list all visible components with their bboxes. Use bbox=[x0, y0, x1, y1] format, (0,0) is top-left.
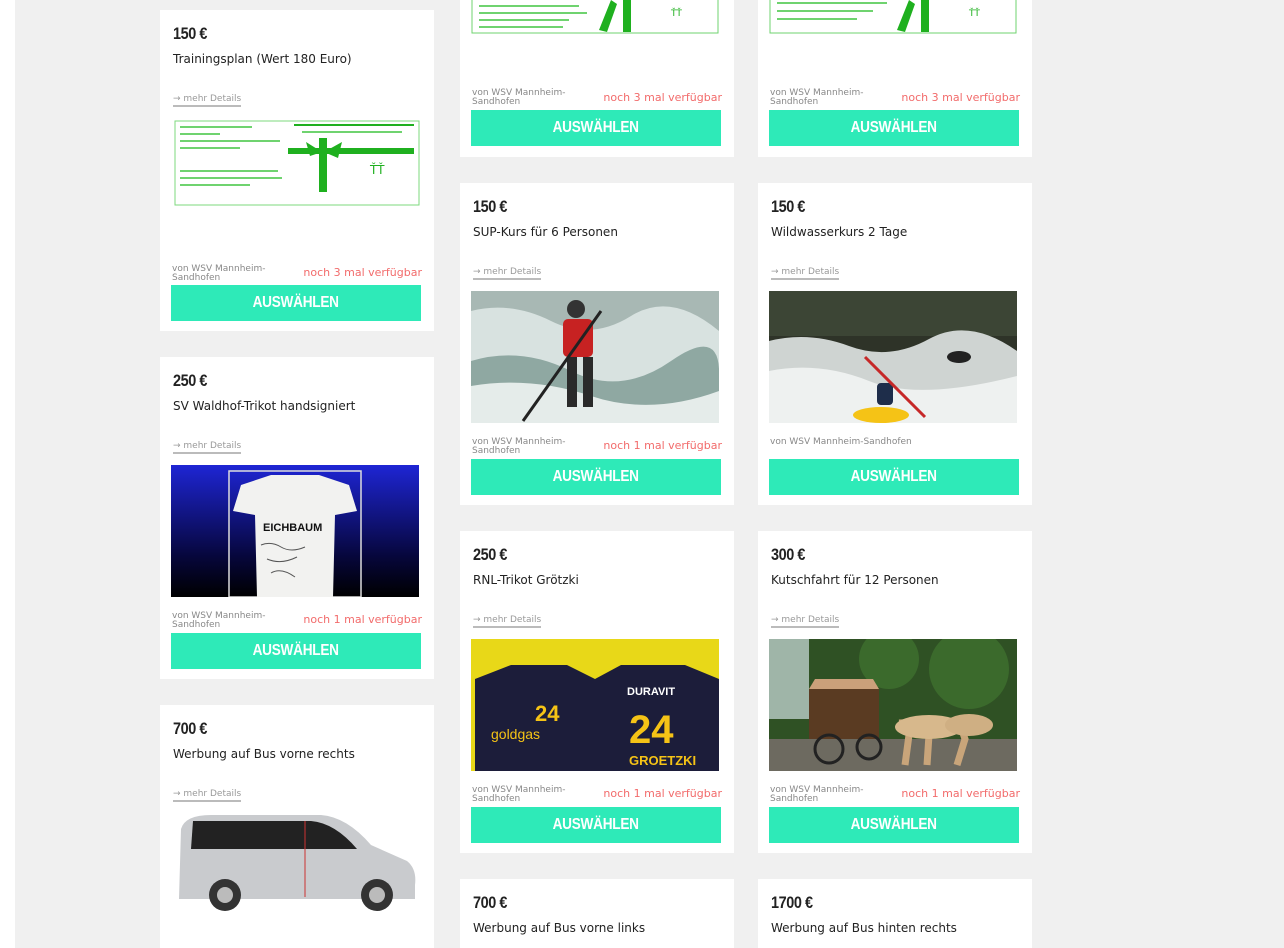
svg-text:ŤŤ: ŤŤ bbox=[670, 8, 682, 19]
more-details-link[interactable]: → mehr Details bbox=[771, 267, 840, 280]
offer-price: 700 € bbox=[173, 719, 208, 738]
horse-carriage-photo bbox=[769, 639, 1017, 771]
select-button[interactable]: AUSWÄHLEN bbox=[769, 110, 1019, 146]
offer-grid: ŤŤ von WSV Mannheim-Sandhofen noch 3 mal… bbox=[15, 0, 1284, 948]
offer-title: Kutschfahrt für 12 Personen bbox=[771, 573, 939, 587]
offer-title: Werbung auf Bus vorne rechts bbox=[173, 747, 355, 761]
more-details-link[interactable]: → mehr Details bbox=[771, 615, 840, 628]
offer-price: 250 € bbox=[173, 371, 208, 390]
offer-card: 250 € RNL-Trikot Grötzki → mehr Details … bbox=[460, 531, 734, 853]
offer-title: Werbung auf Bus hinten rechts bbox=[771, 921, 957, 935]
offer-title: SUP-Kurs für 6 Personen bbox=[473, 225, 618, 239]
offer-card: ŤŤ von WSV Mannheim-Sandhofen noch 3 mal… bbox=[758, 0, 1032, 157]
offer-card: 700 € Werbung auf Bus vorne links bbox=[460, 879, 734, 948]
gift-voucher-image: ŤŤ bbox=[471, 0, 719, 34]
availability-label: noch 1 mal verfügbar bbox=[901, 787, 1020, 800]
organizer-label: von WSV Mannheim-Sandhofen bbox=[770, 437, 912, 447]
svg-text:EICHBAUM: EICHBAUM bbox=[263, 522, 322, 534]
gift-voucher-image: ŤŤ bbox=[174, 120, 420, 206]
offer-price: 700 € bbox=[473, 893, 508, 912]
offer-card: ŤŤ von WSV Mannheim-Sandhofen noch 3 mal… bbox=[460, 0, 734, 157]
van-photo bbox=[171, 809, 419, 941]
availability-label: noch 3 mal verfügbar bbox=[901, 91, 1020, 104]
sup-photo bbox=[471, 291, 719, 423]
organizer-label: von WSV Mannheim-Sandhofen bbox=[770, 88, 864, 107]
svg-text:GROETZKI: GROETZKI bbox=[629, 753, 696, 768]
availability-label: noch 1 mal verfügbar bbox=[303, 613, 422, 626]
gift-voucher-image: ŤŤ bbox=[769, 0, 1017, 34]
signed-jersey-photo: EICHBAUM bbox=[171, 465, 419, 597]
organizer-label: von WSV Mannheim-Sandhofen bbox=[172, 264, 266, 283]
offer-card: 150 € Wildwasserkurs 2 Tage → mehr Detai… bbox=[758, 183, 1032, 505]
select-button[interactable]: AUSWÄHLEN bbox=[171, 285, 421, 321]
availability-label: noch 1 mal verfügbar bbox=[603, 439, 722, 452]
offer-price: 150 € bbox=[173, 24, 208, 43]
svg-text:24: 24 bbox=[535, 701, 560, 726]
offer-title: Wildwasserkurs 2 Tage bbox=[771, 225, 908, 239]
offer-price: 1700 € bbox=[771, 893, 813, 912]
svg-text:ŤŤ: ŤŤ bbox=[968, 8, 980, 19]
select-button[interactable]: AUSWÄHLEN bbox=[471, 807, 721, 843]
availability-label: noch 3 mal verfügbar bbox=[303, 266, 422, 279]
svg-text:ŤŤ: ŤŤ bbox=[369, 162, 385, 177]
organizer-label: von WSV Mannheim-Sandhofen bbox=[472, 437, 566, 456]
select-button[interactable]: AUSWÄHLEN bbox=[471, 110, 721, 146]
kayak-photo bbox=[769, 291, 1017, 423]
more-details-link[interactable]: → mehr Details bbox=[173, 441, 242, 454]
select-button[interactable]: AUSWÄHLEN bbox=[769, 459, 1019, 495]
handball-jersey-photo: 24 goldgas DURAVIT 24 GROETZKI bbox=[471, 639, 719, 771]
more-details-link[interactable]: → mehr Details bbox=[473, 267, 542, 280]
offer-price: 150 € bbox=[771, 197, 806, 216]
svg-text:goldgas: goldgas bbox=[491, 726, 540, 742]
svg-text:24: 24 bbox=[629, 708, 674, 752]
offer-card: 150 € Trainingsplan (Wert 180 Euro) → me… bbox=[160, 10, 434, 331]
offer-title: SV Waldhof-Trikot handsigniert bbox=[173, 399, 356, 413]
select-button[interactable]: AUSWÄHLEN bbox=[769, 807, 1019, 843]
organizer-label: von WSV Mannheim-Sandhofen bbox=[172, 611, 266, 630]
offer-title: Werbung auf Bus vorne links bbox=[473, 921, 646, 935]
organizer-label: von WSV Mannheim-Sandhofen bbox=[770, 785, 864, 804]
availability-label: noch 1 mal verfügbar bbox=[603, 787, 722, 800]
offer-card: 1700 € Werbung auf Bus hinten rechts bbox=[758, 879, 1032, 948]
organizer-label: von WSV Mannheim-Sandhofen bbox=[472, 785, 566, 804]
more-details-link[interactable]: → mehr Details bbox=[173, 789, 242, 802]
select-button[interactable]: AUSWÄHLEN bbox=[471, 459, 721, 495]
offer-price: 150 € bbox=[473, 197, 508, 216]
more-details-link[interactable]: → mehr Details bbox=[473, 615, 542, 628]
organizer-label: von WSV Mannheim-Sandhofen bbox=[472, 88, 566, 107]
offer-price: 300 € bbox=[771, 545, 806, 564]
offer-title: RNL-Trikot Grötzki bbox=[473, 573, 579, 587]
offer-price: 250 € bbox=[473, 545, 508, 564]
offer-card: 250 € SV Waldhof-Trikot handsigniert → m… bbox=[160, 357, 434, 679]
offer-card: 150 € SUP-Kurs für 6 Personen → mehr Det… bbox=[460, 183, 734, 505]
more-details-link[interactable]: → mehr Details bbox=[173, 94, 242, 107]
offer-card: 300 € Kutschfahrt für 12 Personen → mehr… bbox=[758, 531, 1032, 853]
svg-text:DURAVIT: DURAVIT bbox=[627, 686, 675, 698]
offer-card: 700 € Werbung auf Bus vorne rechts → meh… bbox=[160, 705, 434, 948]
offer-title: Trainingsplan (Wert 180 Euro) bbox=[173, 52, 352, 66]
availability-label: noch 3 mal verfügbar bbox=[603, 91, 722, 104]
select-button[interactable]: AUSWÄHLEN bbox=[171, 633, 421, 669]
